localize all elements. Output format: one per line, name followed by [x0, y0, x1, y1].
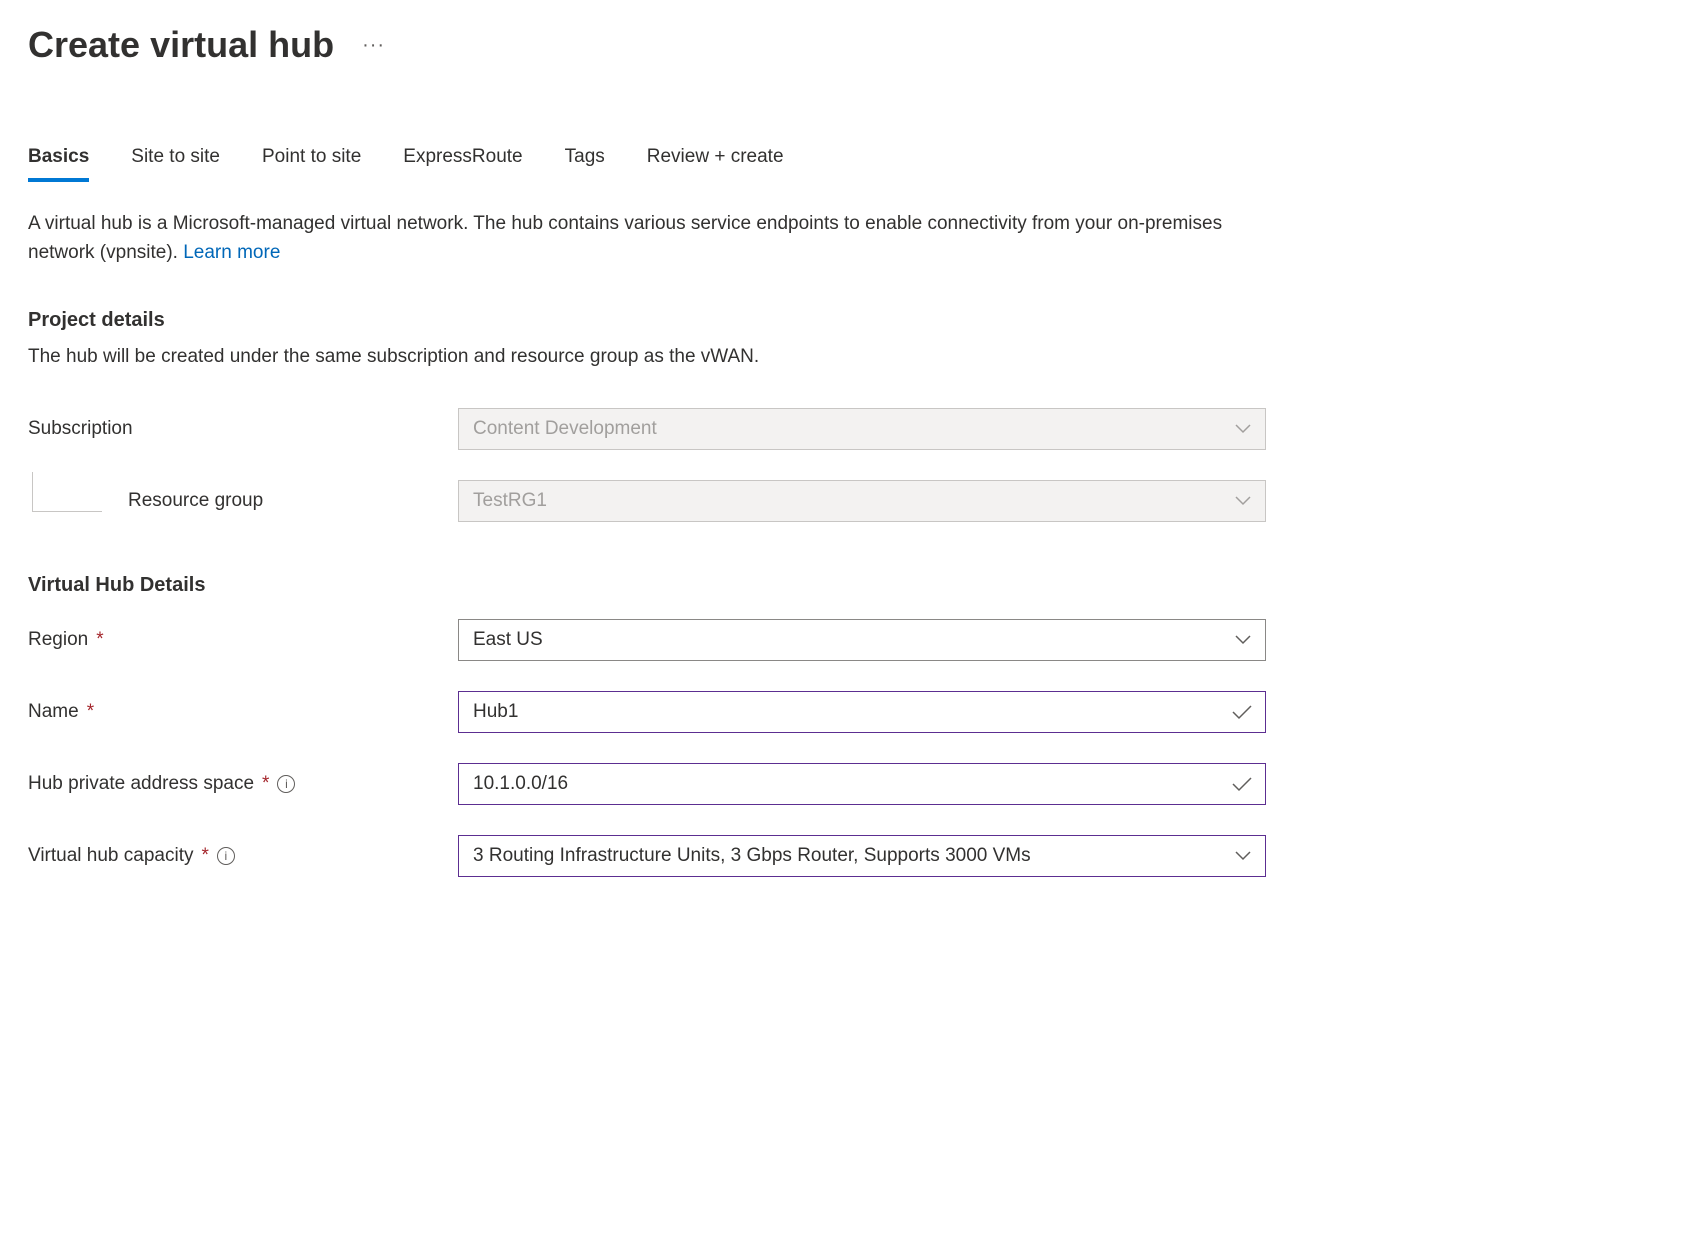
required-star-icon: *: [201, 845, 208, 867]
tab-point-to-site[interactable]: Point to site: [262, 146, 361, 182]
region-value: East US: [473, 629, 543, 651]
chevron-down-icon: [1235, 496, 1251, 506]
chevron-down-icon: [1235, 635, 1251, 645]
chevron-down-icon: [1235, 424, 1251, 434]
name-input[interactable]: Hub1: [458, 691, 1266, 733]
capacity-label: Virtual hub capacity: [28, 845, 193, 867]
tree-connector: [32, 472, 102, 512]
resource-group-value: TestRG1: [473, 490, 547, 512]
checkmark-icon: [1231, 776, 1253, 792]
subscription-value: Content Development: [473, 418, 657, 440]
page-title: Create virtual hub: [28, 24, 334, 66]
required-star-icon: *: [96, 629, 103, 651]
address-space-label: Hub private address space: [28, 773, 254, 795]
tab-review-create[interactable]: Review + create: [647, 146, 784, 182]
tabs-bar: Basics Site to site Point to site Expres…: [28, 146, 1672, 182]
capacity-select[interactable]: 3 Routing Infrastructure Units, 3 Gbps R…: [458, 835, 1266, 877]
more-icon[interactable]: ···: [362, 34, 385, 57]
subscription-select: Content Development: [458, 408, 1266, 450]
hub-details-heading: Virtual Hub Details: [28, 574, 1672, 597]
description-text: A virtual hub is a Microsoft-managed vir…: [28, 210, 1288, 267]
resource-group-label: Resource group: [128, 490, 263, 512]
info-icon[interactable]: i: [277, 775, 295, 793]
tab-expressroute[interactable]: ExpressRoute: [403, 146, 522, 182]
tab-basics[interactable]: Basics: [28, 146, 89, 182]
capacity-value: 3 Routing Infrastructure Units, 3 Gbps R…: [473, 845, 1031, 867]
required-star-icon: *: [87, 701, 94, 723]
info-icon[interactable]: i: [217, 847, 235, 865]
subscription-label: Subscription: [28, 418, 133, 440]
checkmark-icon: [1231, 704, 1253, 720]
region-select[interactable]: East US: [458, 619, 1266, 661]
learn-more-link[interactable]: Learn more: [183, 242, 280, 263]
name-label: Name: [28, 701, 79, 723]
address-space-input[interactable]: 10.1.0.0/16: [458, 763, 1266, 805]
chevron-down-icon: [1235, 851, 1251, 861]
region-label: Region: [28, 629, 88, 651]
project-details-subtext: The hub will be created under the same s…: [28, 346, 1672, 368]
tab-site-to-site[interactable]: Site to site: [131, 146, 220, 182]
tab-tags[interactable]: Tags: [565, 146, 605, 182]
resource-group-select: TestRG1: [458, 480, 1266, 522]
address-space-value: 10.1.0.0/16: [473, 773, 568, 795]
project-details-heading: Project details: [28, 309, 1672, 332]
required-star-icon: *: [262, 773, 269, 795]
name-value: Hub1: [473, 701, 518, 723]
